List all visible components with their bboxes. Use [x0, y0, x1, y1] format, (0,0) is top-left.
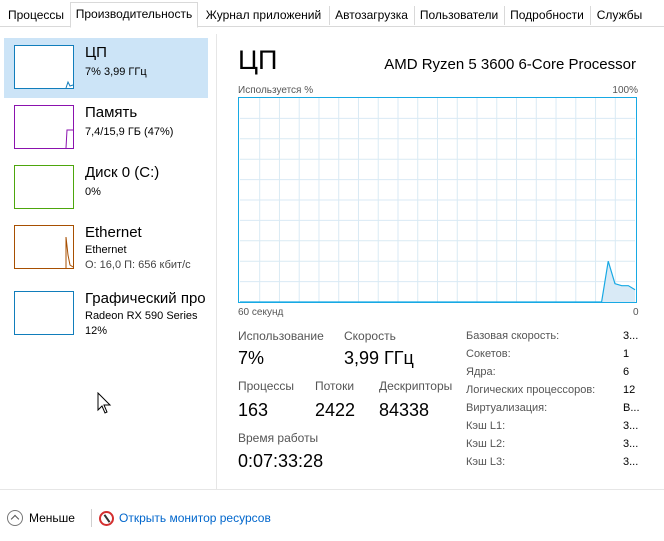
cpu-model-name: AMD Ryzen 5 3600 6-Core Processor	[384, 56, 636, 73]
resource-monitor-icon	[99, 510, 114, 526]
usage-value: 7%	[238, 348, 265, 368]
resource-title: Память	[85, 104, 138, 121]
memory-thumbnail-graph	[14, 105, 74, 149]
tab-startup[interactable]: Автозагрузка	[330, 4, 413, 27]
tab-app-history[interactable]: Журнал приложений	[199, 4, 328, 27]
processes-value: 163	[238, 400, 269, 420]
fewer-details-button[interactable]: Меньше	[7, 509, 75, 527]
footer-divider	[91, 509, 92, 527]
resource-subtitle: 7,4/15,9 ГБ (47%)	[85, 126, 174, 138]
resource-subtitle: Ethernet	[85, 244, 127, 256]
resource-subtitle: 0%	[85, 186, 101, 198]
speed-label: Скорость	[344, 329, 396, 343]
mouse-cursor-icon	[97, 392, 112, 414]
spec-value-logical-processors: 12	[623, 384, 636, 396]
spec-value-sockets: 1	[623, 348, 630, 360]
speed-value: 3,99 ГГц	[344, 348, 414, 368]
tab-processes[interactable]: Процессы	[2, 4, 70, 27]
usage-label: Использование	[238, 329, 324, 343]
open-resource-monitor-link[interactable]: Открыть монитор ресурсов	[99, 509, 271, 527]
page-title: ЦП	[238, 45, 278, 75]
tab-services[interactable]: Службы	[591, 4, 648, 27]
spec-value-l2-cache: 3...	[623, 438, 639, 450]
handles-value: 84338	[379, 400, 430, 420]
fewer-details-label: Меньше	[29, 511, 75, 525]
handles-label: Дескрипторы	[379, 379, 453, 393]
chevron-up-icon	[7, 510, 23, 526]
uptime-label: Время работы	[238, 431, 319, 445]
chart-x-label: 60 секунд	[238, 307, 284, 318]
tab-bar: Процессы Производительность Журнал прило…	[0, 0, 664, 28]
disk-thumbnail-graph	[14, 165, 74, 209]
resource-title: Диск 0 (C:)	[85, 164, 160, 181]
resource-disk[interactable]: Диск 0 (C:) 0%	[4, 158, 208, 218]
spec-label-logical-processors: Логических процессоров:	[466, 384, 596, 396]
spec-label-cores: Ядра:	[466, 366, 496, 378]
resource-ethernet[interactable]: Ethernet Ethernet О: 16,0 П: 656 кбит/с	[4, 218, 208, 278]
spec-label-l3-cache: Кэш L3:	[466, 456, 506, 468]
resource-memory[interactable]: Память 7,4/15,9 ГБ (47%)	[4, 98, 208, 158]
resource-title: Ethernet	[85, 224, 142, 241]
spec-value-virtualization: В...	[623, 402, 640, 414]
resource-subtitle: Radeon RX 590 Series	[85, 310, 198, 322]
resource-gpu[interactable]: Графический про Radeon RX 590 Series 12%	[4, 284, 208, 344]
ethernet-thumbnail-graph	[14, 225, 74, 269]
resource-throughput: О: 16,0 П: 656 кбит/с	[85, 259, 191, 271]
gpu-thumbnail-graph	[14, 291, 74, 335]
resource-subtitle: 7% 3,99 ГГц	[85, 66, 147, 78]
spec-value-cores: 6	[623, 366, 630, 378]
chart-min-label: 0	[633, 307, 639, 318]
cpu-usage-graph	[238, 97, 637, 303]
resource-title: Графический про	[85, 290, 206, 307]
spec-label-virtualization: Виртуализация:	[466, 402, 548, 414]
tab-performance[interactable]: Производительность	[70, 2, 198, 28]
threads-label: Потоки	[315, 379, 355, 393]
spec-label-l1-cache: Кэш L1:	[466, 420, 506, 432]
resource-title: ЦП	[85, 44, 107, 61]
spec-value-base-speed: 3...	[623, 330, 639, 342]
open-resource-monitor-label: Открыть монитор ресурсов	[119, 511, 271, 525]
chart-grid	[239, 98, 636, 302]
spec-value-l3-cache: 3...	[623, 456, 639, 468]
threads-value: 2422	[315, 400, 356, 420]
resource-usage: 12%	[85, 325, 108, 337]
tab-users[interactable]: Пользователи	[415, 4, 503, 27]
footer-bar: Меньше Открыть монитор ресурсов	[0, 489, 664, 541]
spec-label-l2-cache: Кэш L2:	[466, 438, 506, 450]
spec-label-sockets: Сокетов:	[466, 348, 511, 360]
spec-label-base-speed: Базовая скорость:	[466, 330, 560, 342]
spec-value-l1-cache: 3...	[623, 420, 639, 432]
cpu-thumbnail-graph	[14, 45, 74, 89]
processes-label: Процессы	[238, 379, 295, 393]
chart-y-label: Используется %	[238, 85, 314, 96]
uptime-value: 0:07:33:28	[238, 451, 324, 471]
tab-details[interactable]: Подробности	[505, 4, 589, 27]
chart-max-label: 100%	[612, 85, 638, 96]
resource-cpu[interactable]: ЦП 7% 3,99 ГГц	[4, 38, 208, 98]
panel-divider	[216, 34, 217, 489]
resource-list: ЦП 7% 3,99 ГГц Память 7,4/15,9 ГБ (47%) …	[0, 34, 216, 489]
